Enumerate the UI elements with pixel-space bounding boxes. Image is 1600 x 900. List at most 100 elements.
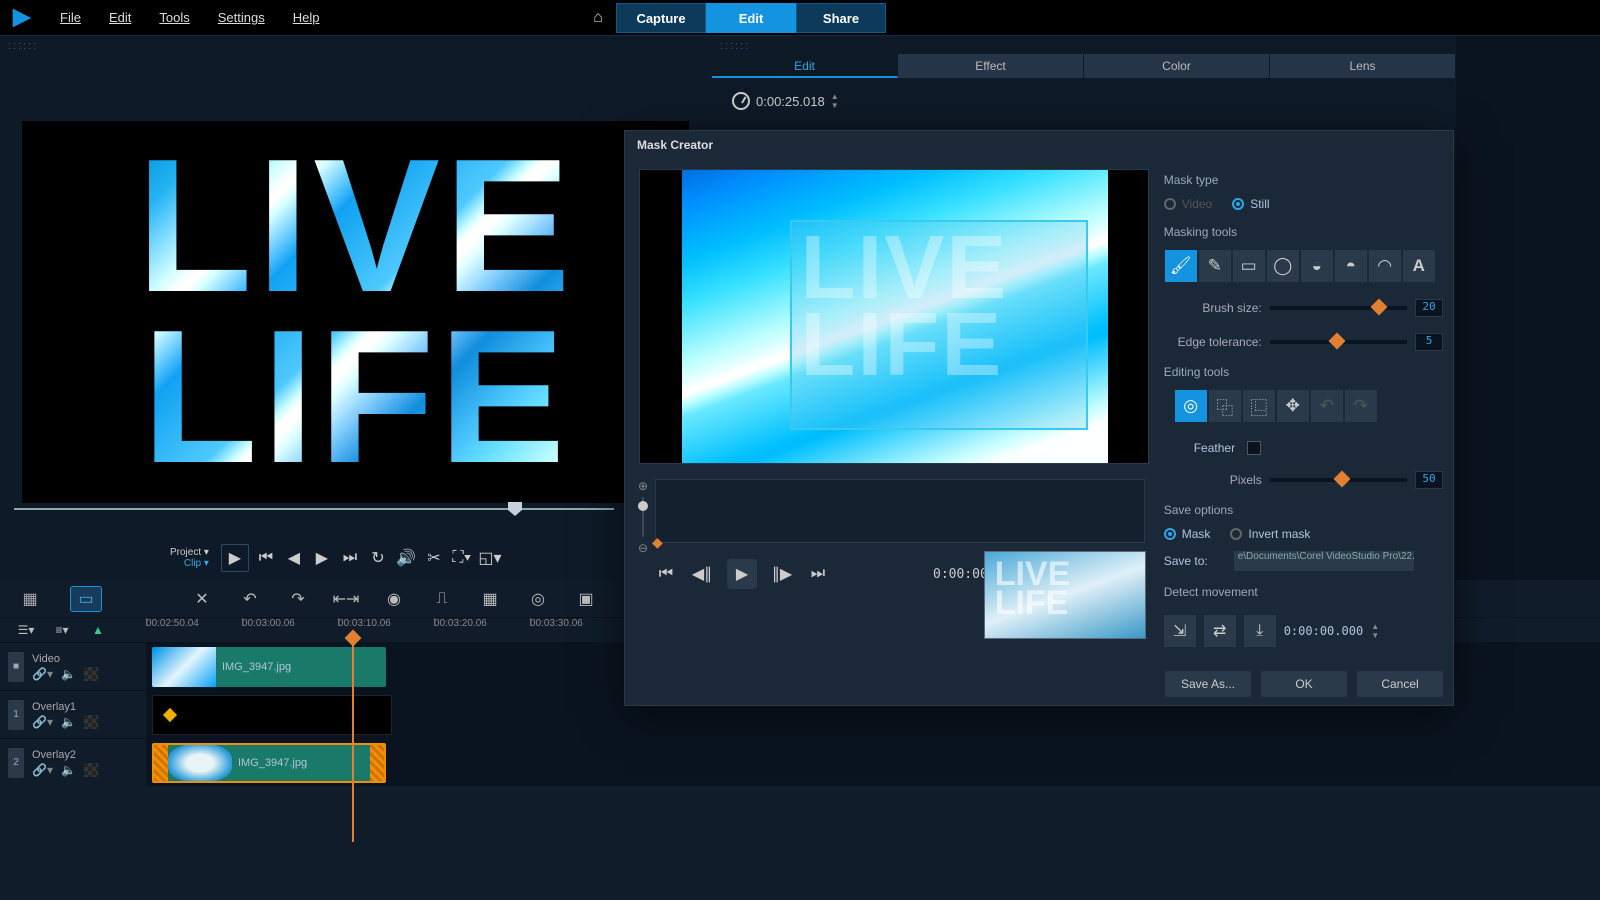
move-tool[interactable]: ✥ — [1276, 389, 1310, 423]
panel-grip-right[interactable]: :::::: — [712, 36, 1456, 56]
preview-viewport[interactable]: LIVELIFE — [22, 121, 689, 503]
pixels-input[interactable]: 50 — [1415, 471, 1443, 489]
ellipse-tool[interactable]: ◯ — [1266, 249, 1300, 283]
play-button[interactable]: ▶ — [221, 544, 249, 572]
step-fwd-button[interactable]: ▶ — [311, 547, 333, 569]
clip-overlay1[interactable] — [152, 695, 392, 735]
step-fwd-button[interactable]: ∥▶ — [771, 563, 793, 585]
menu-settings[interactable]: Settings — [206, 6, 277, 29]
project-clip-label[interactable]: Project ▾ Clip ▾ — [170, 547, 209, 569]
snapshot-button[interactable]: ◱▾ — [479, 547, 501, 569]
menu-file[interactable]: File — [48, 6, 93, 29]
copy-tool[interactable]: ⿻ — [1208, 389, 1242, 423]
move-mask-tool[interactable]: ◎ — [1174, 389, 1208, 423]
smart-brush-tool[interactable]: ✎ — [1198, 249, 1232, 283]
mask-preview[interactable]: LIVELIFE — [639, 169, 1149, 464]
step-back-button[interactable]: ◀ — [283, 547, 305, 569]
detect-timecode[interactable]: 0:00:00.000 — [1284, 624, 1363, 638]
pixels-slider[interactable] — [1270, 478, 1407, 482]
crop-tool[interactable]: ▦ — [478, 587, 502, 611]
track-tool[interactable]: ◎ — [526, 587, 550, 611]
mode-share[interactable]: Share — [796, 3, 886, 33]
text-mask-tool[interactable]: A — [1402, 249, 1436, 283]
scrub-handle[interactable] — [508, 502, 522, 516]
chapter-tool[interactable]: ▣ — [574, 587, 598, 611]
detect-next-button[interactable]: ⇲ — [1164, 615, 1196, 647]
keyframe-icon[interactable] — [163, 708, 177, 722]
freehand-tool[interactable]: ◠ — [1368, 249, 1402, 283]
split-button[interactable]: ✂ — [423, 547, 445, 569]
smart-eraser-tool[interactable]: ◓ — [1334, 249, 1368, 283]
link-icon[interactable]: 🔗▾ — [32, 667, 53, 681]
home-button[interactable]: ⌂ — [580, 0, 616, 36]
play-button[interactable]: ▶ — [727, 559, 757, 589]
panel-grip[interactable]: :::::: — [0, 36, 712, 56]
menu-help[interactable]: Help — [281, 6, 332, 29]
menu-edit[interactable]: Edit — [97, 6, 143, 29]
mask-type-still-radio[interactable]: Still — [1232, 197, 1269, 211]
undo-tool[interactable]: ↶ — [1310, 389, 1344, 423]
mute-icon[interactable]: 🔈 — [61, 763, 76, 777]
paste-tool[interactable]: ⿺ — [1242, 389, 1276, 423]
redo-tool[interactable]: ↷ — [1344, 389, 1378, 423]
duration-spinner[interactable]: ▲▼ — [831, 92, 839, 110]
mode-capture[interactable]: Capture — [616, 3, 706, 33]
timeline-view-button[interactable]: ▭ — [70, 586, 102, 612]
go-end-button[interactable]: ⏭ — [339, 547, 361, 569]
track-body-overlay2[interactable]: IMG_3947.jpg — [146, 739, 1600, 786]
tab-edit[interactable]: Edit — [712, 54, 898, 78]
track-list-icon[interactable]: ☰▾ — [14, 618, 38, 642]
record-button[interactable]: ◉ — [382, 587, 406, 611]
visibility-icon[interactable] — [84, 715, 98, 729]
edge-tolerance-input[interactable]: 5 — [1415, 333, 1443, 351]
step-back-button[interactable]: ◀∥ — [691, 563, 713, 585]
ok-button[interactable]: OK — [1261, 671, 1347, 697]
save-as-button[interactable]: Save As... — [1165, 671, 1251, 697]
cancel-button[interactable]: Cancel — [1357, 671, 1443, 697]
go-end-button[interactable]: ⏭ — [807, 563, 829, 585]
playhead[interactable] — [352, 642, 354, 842]
track-opts-icon[interactable]: ≡▾ — [50, 618, 74, 642]
detect-tc-spinner[interactable]: ▲▼ — [1371, 622, 1379, 640]
brush-tool[interactable]: 🖌 — [1164, 249, 1198, 283]
storyboard-view-button[interactable]: ▦ — [14, 586, 46, 612]
timeline-ruler[interactable]: 00:02:50.04 00:03:00.06 00:03:10.06 00:0… — [146, 618, 626, 642]
mixer-button[interactable]: ⎍ — [430, 587, 454, 611]
detect-end-button[interactable]: ⤓ — [1244, 615, 1276, 647]
mask-scrubber[interactable]: ◆ — [655, 479, 1145, 543]
visibility-icon[interactable] — [84, 763, 98, 777]
volume-button[interactable]: 🔊 — [395, 547, 417, 569]
tab-color[interactable]: Color — [1084, 54, 1270, 78]
undo-button[interactable]: ↶ — [238, 587, 262, 611]
marker-tool[interactable]: ⇤⇥ — [334, 587, 358, 611]
edge-tolerance-slider[interactable] — [1270, 340, 1407, 344]
detect-range-button[interactable]: ⇄ — [1204, 615, 1236, 647]
go-start-button[interactable]: ⏮ — [655, 563, 677, 585]
brush-size-input[interactable]: 20 — [1415, 299, 1443, 317]
preview-scrubber[interactable] — [14, 502, 614, 516]
zoom-slider[interactable]: ⊕⊖ — [635, 479, 651, 555]
fx-tool[interactable]: ✕ — [190, 587, 214, 611]
clip-video[interactable]: IMG_3947.jpg — [152, 647, 386, 687]
rectangle-tool[interactable]: ▭ — [1232, 249, 1266, 283]
redo-button[interactable]: ↷ — [286, 587, 310, 611]
menu-tools[interactable]: Tools — [147, 6, 201, 29]
save-invert-radio[interactable]: Invert mask — [1230, 527, 1310, 541]
save-to-path[interactable]: e\Documents\Corel VideoStudio Pro\22.0 — [1234, 551, 1414, 571]
link-icon[interactable]: 🔗▾ — [32, 763, 53, 777]
link-icon[interactable]: 🔗▾ — [32, 715, 53, 729]
mode-edit[interactable]: Edit — [706, 3, 796, 33]
visibility-icon[interactable] — [84, 667, 98, 681]
track-add-icon[interactable]: ▲ — [86, 618, 110, 642]
feather-checkbox[interactable] — [1247, 441, 1261, 455]
clip-overlay2[interactable]: IMG_3947.jpg — [152, 743, 386, 783]
go-start-button[interactable]: ⏮ — [255, 547, 277, 569]
fullscreen-button[interactable]: ⛶▾ — [451, 547, 473, 569]
eraser-tool[interactable]: ◒ — [1300, 249, 1334, 283]
tab-lens[interactable]: Lens — [1270, 54, 1456, 78]
brush-size-slider[interactable] — [1270, 306, 1407, 310]
duration-field[interactable]: 0:00:25.018 ▲▼ — [732, 92, 839, 110]
save-mask-radio[interactable]: Mask — [1164, 527, 1211, 541]
mute-icon[interactable]: 🔈 — [61, 715, 76, 729]
tab-effect[interactable]: Effect — [898, 54, 1084, 78]
